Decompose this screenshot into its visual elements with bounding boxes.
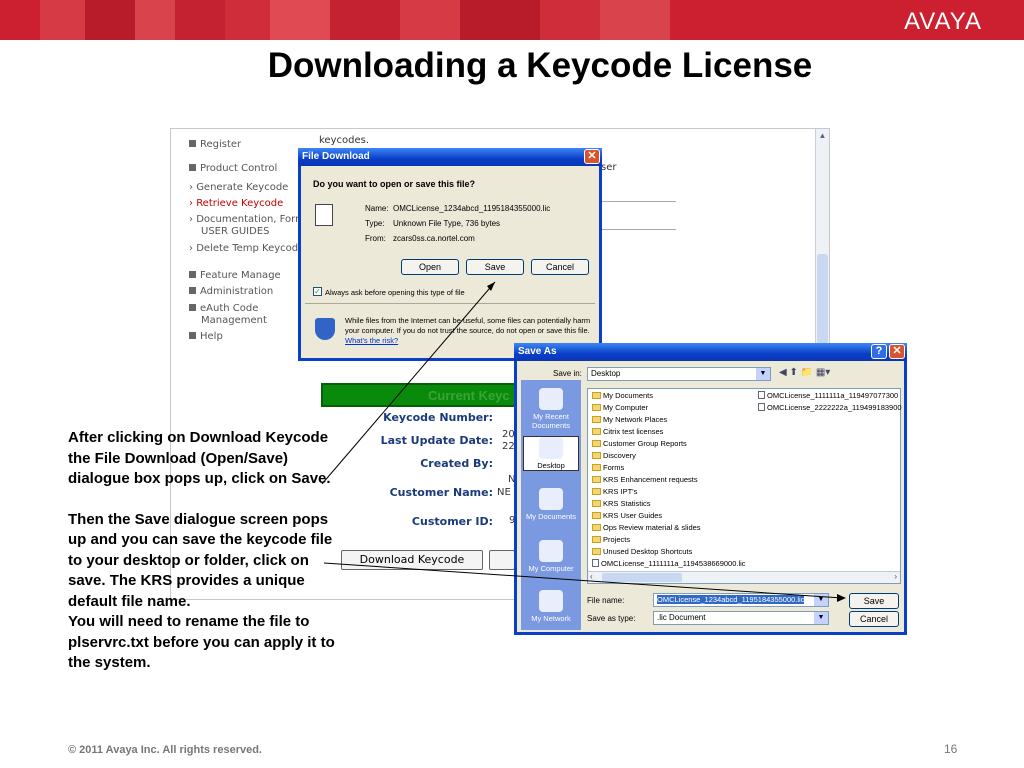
page-number: 16 [944,742,958,756]
callout-line-open-save [321,281,496,485]
arrowhead-icon [837,594,846,602]
copyright-footer: © 2011 Avaya Inc. All rights reserved. [68,744,262,756]
note-paragraph-3: You will need to rename the file to plse… [68,613,335,671]
callout-line-save-as [323,562,843,599]
note-paragraph-1: After clicking on Download Keycode the F… [68,429,331,487]
note-paragraph-2: Then the Save dialogue screen pops up an… [68,510,333,610]
instruction-note: After clicking on Download Keycode the F… [68,428,338,674]
